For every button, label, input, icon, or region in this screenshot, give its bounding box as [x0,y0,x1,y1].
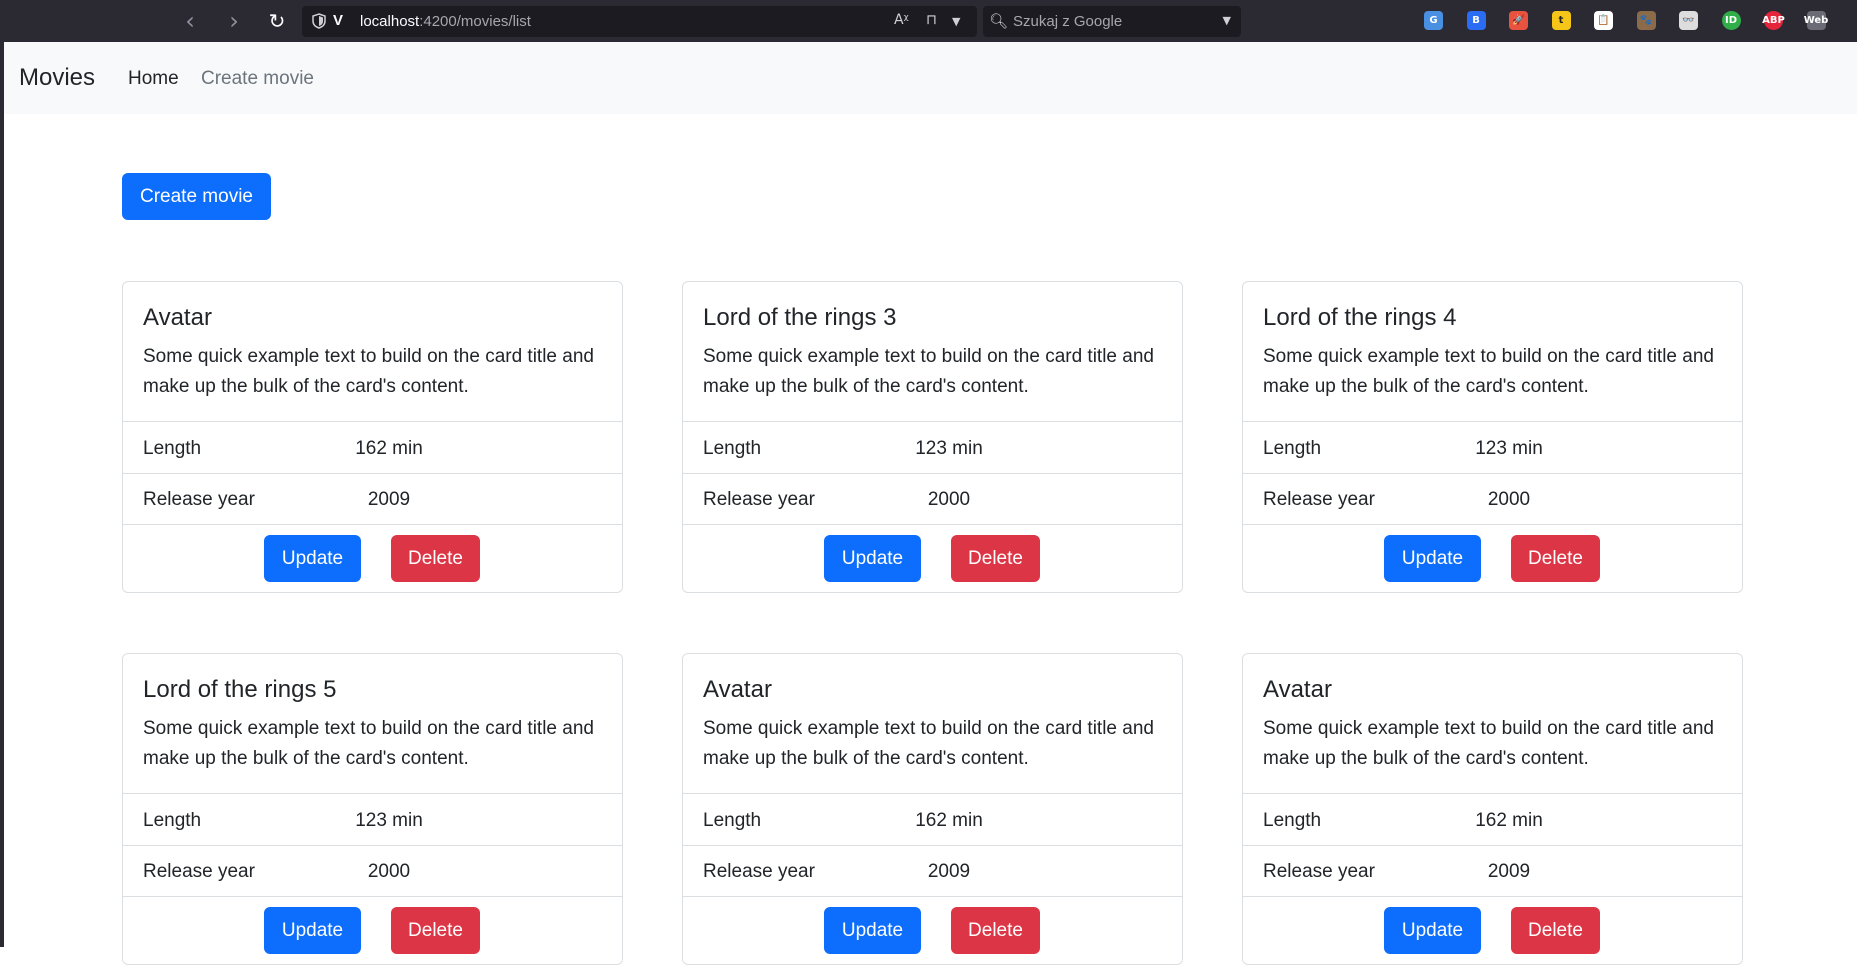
release-year-label: Release year [703,861,815,882]
delete-button[interactable]: Delete [391,535,480,582]
movie-title: Lord of the rings 3 [703,304,897,331]
nav-link-create-movie[interactable]: Create movie [201,68,314,90]
paw-icon[interactable]: 🐾 [1636,11,1656,30]
movie-card: Lord of the rings 5 Some quick example te… [122,653,623,965]
update-button[interactable]: Update [824,535,921,582]
movie-description: Some quick example text to build on the … [703,346,1154,397]
release-year-label: Release year [1263,861,1375,882]
movie-description: Some quick example text to build on the … [1263,346,1714,397]
card-divider [123,421,622,422]
glasses-icon[interactable]: 👓 [1679,11,1698,30]
update-button[interactable]: Update [264,535,361,582]
movie-description: Some quick example text to build on the … [143,718,594,769]
card-divider [123,896,622,897]
movie-title: Avatar [1263,676,1332,703]
search-bar[interactable]: 🔍︎ Szukaj z Google ▼ [983,6,1241,37]
translate-ext-icon[interactable]: G [1424,11,1443,30]
browser-toolbar: ‹ › ↻ V localhost:4200/movies/list Aᵡ ⊓ … [0,0,1857,42]
dropdown-icon[interactable]: ▼ [952,15,960,28]
site-logo-icon: V [333,12,344,29]
clipboard-icon[interactable]: 📋 [1594,11,1613,30]
card-divider [683,845,1182,846]
card-divider [683,896,1182,897]
card-divider [123,845,622,846]
card-divider [1243,845,1742,846]
forward-icon[interactable]: › [219,6,249,36]
release-year-label: Release year [143,861,255,882]
update-button[interactable]: Update [1384,535,1481,582]
search-dropdown-icon[interactable]: ▼ [1223,14,1231,27]
card-divider [123,473,622,474]
bitwarden-icon[interactable]: B [1466,11,1486,30]
shield-icon[interactable] [312,13,326,29]
address-bar[interactable]: V localhost:4200/movies/list Aᵡ ⊓ ▼ [302,6,977,37]
length-label: Length [703,438,762,459]
search-placeholder: Szukaj z Google [1013,13,1123,30]
length-label: Length [1263,810,1322,831]
rocket-icon[interactable]: 🚀 [1509,11,1528,30]
movie-card: Avatar Some quick example text to build o… [682,653,1183,965]
navbar: Movies Home Create movie [4,42,1857,114]
length-label: Length [1263,438,1322,459]
todo-icon[interactable]: t [1551,11,1571,30]
url-text[interactable]: localhost:4200/movies/list [360,13,531,30]
movie-card: Lord of the rings 3 Some quick example te… [682,281,1183,593]
movie-title: Avatar [143,304,212,331]
back-icon[interactable]: ‹ [175,6,205,36]
length-label: Length [703,810,762,831]
movie-card: Lord of the rings 4 Some quick example te… [1242,281,1743,593]
card-divider [683,524,1182,525]
url-host: localhost [360,13,420,30]
create-movie-button[interactable]: Create movie [122,173,271,220]
movie-title: Lord of the rings 5 [143,676,337,703]
card-divider [123,524,622,525]
length-label: Length [143,438,202,459]
card-divider [1243,473,1742,474]
release-year-label: Release year [143,489,255,510]
delete-button[interactable]: Delete [951,535,1040,582]
release-year-label: Release year [703,489,815,510]
movie-title: Avatar [703,676,772,703]
movie-card: Avatar Some quick example text to build o… [122,281,623,593]
delete-button[interactable]: Delete [1511,535,1600,582]
translate-icon[interactable]: Aᵡ [894,12,909,28]
movie-title: Lord of the rings 4 [1263,304,1457,331]
card-divider [1243,421,1742,422]
card-divider [683,473,1182,474]
window-edge [0,42,4,947]
movie-description: Some quick example text to build on the … [1263,718,1714,769]
id-icon[interactable]: ID [1721,11,1741,30]
card-divider [123,793,622,794]
adblock-icon[interactable]: ABP [1762,11,1785,30]
length-label: Length [143,810,202,831]
web-ext-icon[interactable]: Web [1804,11,1828,30]
movie-description: Some quick example text to build on the … [143,346,594,397]
card-divider [683,793,1182,794]
release-year-label: Release year [1263,489,1375,510]
url-path: :4200/movies/list [419,13,531,30]
nav-link-home[interactable]: Home [128,68,179,90]
bookmark-icon[interactable]: ⊓ [926,12,937,28]
navbar-brand[interactable]: Movies [19,64,95,92]
card-divider [683,421,1182,422]
card-divider [1243,896,1742,897]
card-divider [1243,793,1742,794]
search-icon: 🔍︎ [989,12,1009,30]
card-divider [1243,524,1742,525]
movie-card: Avatar Some quick example text to build o… [1242,653,1743,965]
reload-icon[interactable]: ↻ [262,6,292,36]
movie-description: Some quick example text to build on the … [703,718,1154,769]
